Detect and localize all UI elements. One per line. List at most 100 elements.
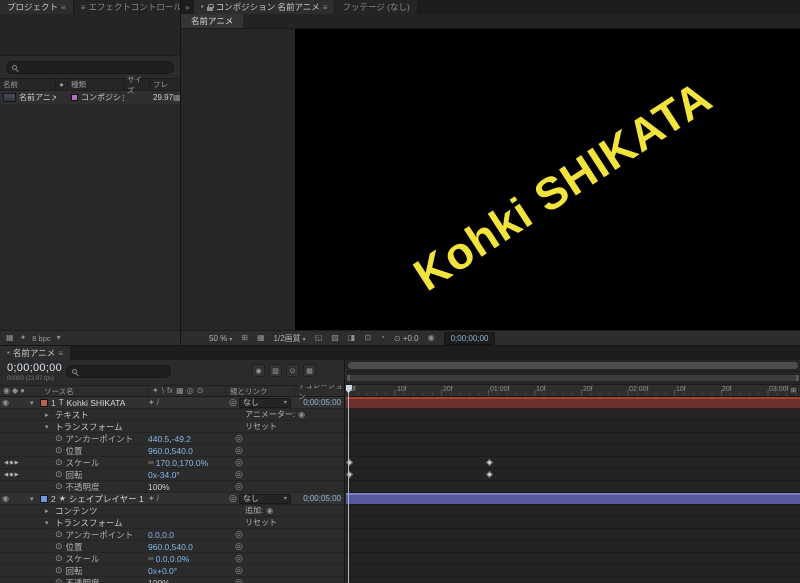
column-label-icon[interactable]: ● <box>56 79 68 90</box>
pickwhip-icon[interactable]: ◎ <box>235 577 243 583</box>
composition-viewport[interactable]: Kohki SHIKATA <box>295 29 800 330</box>
property-row[interactable]: ⊙ 位置 960.0,540.0 ◎ <box>0 445 344 457</box>
column-size[interactable]: サイズ <box>124 75 150 95</box>
property-row[interactable]: ⊙ スケール ∞ 0.0,0.0% ◎ <box>0 553 344 565</box>
stopwatch-icon[interactable]: ⊙ <box>55 481 63 492</box>
group-row[interactable]: ▸ テキスト アニメーター: ◉ <box>0 409 344 421</box>
add-menu-icon[interactable]: ◉ <box>266 506 273 515</box>
tab-timeline-comp[interactable]: ▪ 名前アニメ ≡ <box>0 346 71 360</box>
tab-effect-controls[interactable]: ≡ エフェクトコントロール <box>73 0 180 14</box>
stopwatch-icon[interactable]: ⊙ <box>55 457 63 468</box>
pickwhip-icon[interactable]: ◎ <box>235 541 243 552</box>
work-area-bar[interactable] <box>347 375 799 381</box>
composition-mini-flowchart-icon[interactable]: ◉ <box>252 364 265 377</box>
layer-duration-bar[interactable] <box>346 493 800 505</box>
column-name[interactable]: 名前 <box>0 79 56 90</box>
snapshot-icon[interactable]: ▦ <box>257 334 265 342</box>
reset-button[interactable]: リセット <box>245 517 277 528</box>
tab-footage[interactable]: フッテージ (なし) <box>335 0 418 14</box>
property-value[interactable]: ∞ 0.0,0.0% <box>148 554 225 564</box>
property-row[interactable]: ⊙ アンカーポイント 0.0,0.0 ◎ <box>0 529 344 541</box>
parent-dropdown[interactable]: なし ▾ <box>238 397 291 408</box>
pickwhip-icon[interactable]: ◎ <box>235 457 243 468</box>
property-value[interactable]: ∞ 170.0,170.0% <box>148 458 225 468</box>
property-row[interactable]: ⊙ 位置 960.0,540.0 ◎ <box>0 541 344 553</box>
zoom-select[interactable]: 50 % ▾ <box>209 334 232 343</box>
property-value[interactable]: 960.0,540.0 <box>148 542 225 552</box>
source-name-header[interactable]: ソース名 <box>30 386 148 397</box>
comp-marker-button[interactable]: ⊞ <box>789 386 798 395</box>
twirl-icon[interactable]: ▾ <box>45 519 52 527</box>
layer-color-swatch[interactable] <box>40 398 48 407</box>
property-value[interactable]: 100% <box>148 578 225 583</box>
current-time-indicator[interactable] <box>346 385 352 583</box>
pickwhip-icon[interactable]: ◎ <box>235 481 243 492</box>
layer-duration[interactable]: 0;00;05;00 <box>303 494 344 503</box>
panel-menu-icon[interactable]: ≡ <box>58 349 63 358</box>
tab-composition[interactable]: ▪ コンポジション 名前アニメ ≡ <box>193 0 336 14</box>
pickwhip-icon[interactable]: ◎ <box>235 445 243 456</box>
flowchart-icon[interactable]: ▦ <box>6 334 14 342</box>
project-search-input[interactable] <box>6 60 174 74</box>
layer-color-swatch[interactable] <box>40 494 48 503</box>
group-row[interactable]: ▾ トランスフォーム リセット <box>0 421 344 433</box>
stopwatch-icon[interactable]: ⊙ <box>55 469 63 480</box>
current-time-field[interactable]: 0;00;00;00 <box>443 331 496 345</box>
current-time-display[interactable]: 0;00;00;00 <box>7 362 62 374</box>
project-item-name[interactable]: 名前アニメ <box>19 92 56 103</box>
safe-areas-icon[interactable]: ⊞ <box>241 334 248 342</box>
keyframe-diamond[interactable] <box>485 458 494 467</box>
panel-menu-icon[interactable]: ≡ <box>323 3 328 12</box>
property-row[interactable]: ◀ ◆ ▶ ⊙ スケール ∞ 170.0,170.0% ◎ <box>0 457 344 469</box>
exposure-control[interactable]: ⊙ +0.0 <box>394 334 419 343</box>
twirl-icon[interactable]: ▾ <box>45 423 52 431</box>
parent-dropdown[interactable]: なし ▾ <box>238 493 291 504</box>
pixel-aspect-icon[interactable]: ◔ <box>380 334 385 342</box>
twirl-icon[interactable]: ▸ <box>45 507 52 515</box>
stopwatch-icon[interactable]: ⊙ <box>55 529 63 540</box>
camera-icon[interactable]: ◉ <box>428 334 435 342</box>
collapse-icon[interactable]: ✦ <box>148 399 155 407</box>
transparency-grid-icon[interactable]: ▧ <box>331 334 339 342</box>
twirl-icon[interactable]: ▸ <box>45 411 52 419</box>
stopwatch-icon[interactable]: ⊙ <box>55 433 63 444</box>
twirl-icon[interactable]: ▾ <box>30 495 37 503</box>
collapse-icon[interactable]: ✦ <box>148 495 155 503</box>
resolution-select[interactable]: 1/2画質 ▾ <box>274 333 306 344</box>
pickwhip-icon[interactable]: ◎ <box>235 565 243 576</box>
keyframe-diamond[interactable] <box>485 470 494 479</box>
property-value[interactable]: 0x+0.0° <box>148 566 225 576</box>
property-row[interactable]: ⊙ アンカーポイント 440.5,-49.2 ◎ <box>0 433 344 445</box>
property-value[interactable]: 960.0,540.0 <box>148 446 225 456</box>
comp-label-color-icon[interactable] <box>71 94 78 101</box>
group-row[interactable]: ▾ トランスフォーム リセット <box>0 517 344 529</box>
layer-name[interactable]: Kohki SHIKATA <box>67 398 126 408</box>
column-type[interactable]: 種類 <box>68 79 124 90</box>
camera-view-icon[interactable]: ◨ <box>348 334 356 342</box>
tab-project[interactable]: プロジェクト ≡ <box>0 0 74 14</box>
pickwhip-icon[interactable]: ◎ <box>229 493 237 504</box>
canvas-text-layer[interactable]: Kohki SHIKATA <box>404 70 721 301</box>
stopwatch-icon[interactable]: ⊙ <box>55 553 63 564</box>
timeline-search-input[interactable] <box>66 365 171 378</box>
duration-header[interactable]: デュレーション <box>294 381 344 401</box>
time-navigator[interactable] <box>346 360 800 372</box>
prev-keyframe-icon[interactable]: ◀ <box>4 472 8 478</box>
roi-icon[interactable]: ◱ <box>315 334 323 342</box>
bit-depth-label[interactable]: 8 bpc <box>32 334 50 343</box>
pickwhip-icon[interactable]: ◎ <box>235 469 243 480</box>
panel-overflow-icon[interactable]: » <box>181 0 194 14</box>
stopwatch-icon[interactable]: ⊙ <box>55 445 63 456</box>
pickwhip-icon[interactable]: ◎ <box>235 529 243 540</box>
stopwatch-icon[interactable]: ⊙ <box>55 565 63 576</box>
property-row[interactable]: ⊙ 不透明度 100% ◎ <box>0 577 344 583</box>
animator-menu-icon[interactable]: ◉ <box>298 410 305 419</box>
twirl-icon[interactable]: ▾ <box>30 399 37 407</box>
group-row[interactable]: ▸ コンテンツ 追加: ◉ <box>0 505 344 517</box>
layer-row[interactable]: ◉ ▾ 1 T Kohki SHIKATA ✦ / ◎ なし ▾ 0;00;05;0… <box>0 397 344 409</box>
reset-button[interactable]: リセット <box>245 421 277 432</box>
keyframe-toggle-icon[interactable]: ◆ <box>9 472 13 478</box>
keyframe-toggle-icon[interactable]: ◆ <box>9 460 13 466</box>
property-row[interactable]: ⊙ 回転 0x+0.0° ◎ <box>0 565 344 577</box>
time-ruler[interactable]: 0f 10f 20f 01:00f 10f 20f 02:00f 10f 20f… <box>346 385 800 397</box>
